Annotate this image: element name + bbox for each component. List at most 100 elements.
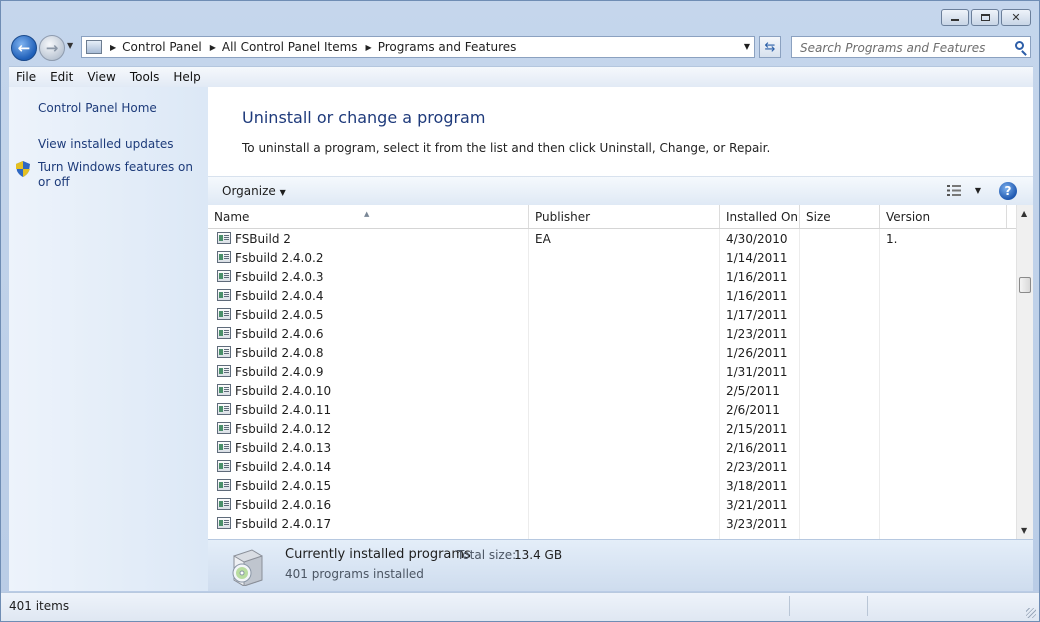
cell-name: Fsbuild 2.4.0.15 xyxy=(235,479,332,493)
cell-name: Fsbuild 2.4.0.3 xyxy=(235,270,324,284)
back-button[interactable]: ← xyxy=(11,35,37,61)
maximize-button[interactable] xyxy=(971,9,999,26)
refresh-button[interactable]: ⇆ xyxy=(759,36,781,58)
breadcrumb-programs-features[interactable]: Programs and Features xyxy=(378,40,517,54)
column-header-row: Name ▲ Publisher Installed On Size Versi… xyxy=(208,205,1016,229)
minimize-icon xyxy=(951,19,959,21)
program-icon xyxy=(217,403,231,415)
table-row[interactable]: Fsbuild 2.4.0.4 1/16/2011 xyxy=(208,286,1016,305)
cell-name: Fsbuild 2.4.0.6 xyxy=(235,327,324,341)
navigation-bar: ← → ▼ ▶ Control Panel ▶ All Control Pane… xyxy=(9,33,1033,61)
column-header-size[interactable]: Size xyxy=(800,205,880,228)
cell-name: Fsbuild 2.4.0.17 xyxy=(235,517,332,531)
address-bar[interactable]: ▶ Control Panel ▶ All Control Panel Item… xyxy=(81,36,755,58)
program-list: FSBuild 2 EA 4/30/2010 1. Fsbuild 2.4.0.2 1/1… xyxy=(208,229,1016,539)
program-icon xyxy=(217,289,231,301)
main-pane: Uninstall or change a program To uninsta… xyxy=(208,87,1033,591)
column-header-name[interactable]: Name ▲ xyxy=(208,205,529,228)
scroll-down-icon[interactable]: ▼ xyxy=(1021,526,1027,535)
organize-label: Organize xyxy=(222,184,276,198)
resize-grip-icon[interactable] xyxy=(1026,608,1036,618)
organize-button[interactable]: Organize ▼ xyxy=(222,184,286,198)
program-icon xyxy=(217,498,231,510)
search-input[interactable] xyxy=(798,38,1007,58)
cell-installed: 1/14/2011 xyxy=(726,251,788,265)
view-details-icon[interactable] xyxy=(947,185,961,196)
page-title: Uninstall or change a program xyxy=(242,108,486,127)
cell-name: Fsbuild 2.4.0.12 xyxy=(235,422,332,436)
table-row[interactable]: Fsbuild 2.4.0.10 2/5/2011 xyxy=(208,381,1016,400)
table-row[interactable]: Fsbuild 2.4.0.11 2/6/2011 xyxy=(208,400,1016,419)
table-row[interactable]: Fsbuild 2.4.0.8 1/26/2011 xyxy=(208,343,1016,362)
maximize-icon xyxy=(980,14,990,21)
column-header-installed-on[interactable]: Installed On xyxy=(720,205,800,228)
recent-pages-dropdown[interactable]: ▼ xyxy=(67,41,77,53)
status-divider xyxy=(867,596,868,616)
page-instructions: To uninstall a program, select it from t… xyxy=(242,141,771,155)
cell-name: Fsbuild 2.4.0.2 xyxy=(235,251,324,265)
column-header-version[interactable]: Version xyxy=(880,205,1007,228)
menu-file[interactable]: File xyxy=(9,70,43,84)
cell-installed: 1/23/2011 xyxy=(726,327,788,341)
program-icon xyxy=(217,384,231,396)
vertical-scrollbar[interactable]: ▲ ▼ xyxy=(1016,205,1033,539)
table-row[interactable]: Fsbuild 2.4.0.2 1/14/2011 xyxy=(208,248,1016,267)
table-row[interactable]: Fsbuild 2.4.0.15 3/18/2011 xyxy=(208,476,1016,495)
caption-buttons: ✕ xyxy=(941,9,1031,26)
table-row[interactable]: Fsbuild 2.4.0.13 2/16/2011 xyxy=(208,438,1016,457)
status-item-count: 401 items xyxy=(9,599,70,613)
shield-icon xyxy=(16,161,30,177)
table-row[interactable]: Fsbuild 2.4.0.9 1/31/2011 xyxy=(208,362,1016,381)
cell-installed: 1/26/2011 xyxy=(726,346,788,360)
program-icon xyxy=(217,441,231,453)
menu-tools[interactable]: Tools xyxy=(123,70,167,84)
table-row[interactable]: Fsbuild 2.4.0.3 1/16/2011 xyxy=(208,267,1016,286)
help-icon[interactable]: ? xyxy=(999,182,1017,200)
table-row[interactable]: Fsbuild 2.4.0.12 2/15/2011 xyxy=(208,419,1016,438)
menu-bar: File Edit View Tools Help xyxy=(9,66,1033,87)
breadcrumb-separator-icon[interactable]: ▶ xyxy=(210,43,216,52)
cell-installed: 1/16/2011 xyxy=(726,289,788,303)
cell-installed: 2/5/2011 xyxy=(726,384,780,398)
breadcrumb-control-panel[interactable]: Control Panel xyxy=(122,40,202,54)
scroll-up-icon[interactable]: ▲ xyxy=(1021,209,1027,218)
scrollbar-thumb[interactable] xyxy=(1019,277,1031,293)
search-icon[interactable] xyxy=(1015,41,1024,50)
cell-name: FSBuild 2 xyxy=(235,232,291,246)
cell-installed: 2/6/2011 xyxy=(726,403,780,417)
total-size-value: 13.4 GB xyxy=(514,548,563,562)
forward-arrow-icon: → xyxy=(45,39,59,57)
windows-features-link[interactable]: Turn Windows features on or off xyxy=(38,160,203,190)
cell-installed: 2/15/2011 xyxy=(726,422,788,436)
address-dropdown-icon[interactable]: ▼ xyxy=(744,42,750,51)
breadcrumb-all-items[interactable]: All Control Panel Items xyxy=(222,40,358,54)
forward-button[interactable]: → xyxy=(39,35,65,61)
cell-name: Fsbuild 2.4.0.9 xyxy=(235,365,324,379)
table-row[interactable]: Fsbuild 2.4.0.16 3/21/2011 xyxy=(208,495,1016,514)
view-installed-updates-link[interactable]: View installed updates xyxy=(38,137,174,152)
table-row[interactable]: Fsbuild 2.4.0.17 3/23/2011 xyxy=(208,514,1016,533)
view-options-dropdown-icon[interactable]: ▼ xyxy=(975,186,981,195)
total-size-label: Total size: xyxy=(457,548,517,562)
table-row[interactable]: FSBuild 2 EA 4/30/2010 1. xyxy=(208,229,1016,248)
menu-view[interactable]: View xyxy=(80,70,122,84)
breadcrumb-separator-icon[interactable]: ▶ xyxy=(366,43,372,52)
program-icon xyxy=(217,422,231,434)
table-row[interactable]: Fsbuild 2.4.0.14 2/23/2011 xyxy=(208,457,1016,476)
breadcrumb-separator-icon[interactable]: ▶ xyxy=(110,43,116,52)
table-row[interactable]: Fsbuild 2.4.0.5 1/17/2011 xyxy=(208,305,1016,324)
menu-help[interactable]: Help xyxy=(166,70,207,84)
control-panel-home-link[interactable]: Control Panel Home xyxy=(38,101,157,116)
programs-and-features-window: ✕ ← → ▼ ▶ Control Panel ▶ All Control Pa… xyxy=(0,0,1040,622)
column-header-publisher[interactable]: Publisher xyxy=(529,205,720,228)
search-box[interactable] xyxy=(791,36,1031,58)
refresh-icon: ⇆ xyxy=(764,39,776,55)
close-button[interactable]: ✕ xyxy=(1001,9,1031,26)
program-icon xyxy=(217,327,231,339)
program-icon xyxy=(217,251,231,263)
cell-name: Fsbuild 2.4.0.16 xyxy=(235,498,332,512)
menu-edit[interactable]: Edit xyxy=(43,70,80,84)
table-row[interactable]: Fsbuild 2.4.0.6 1/23/2011 xyxy=(208,324,1016,343)
minimize-button[interactable] xyxy=(941,9,969,26)
cell-installed: 2/23/2011 xyxy=(726,460,788,474)
